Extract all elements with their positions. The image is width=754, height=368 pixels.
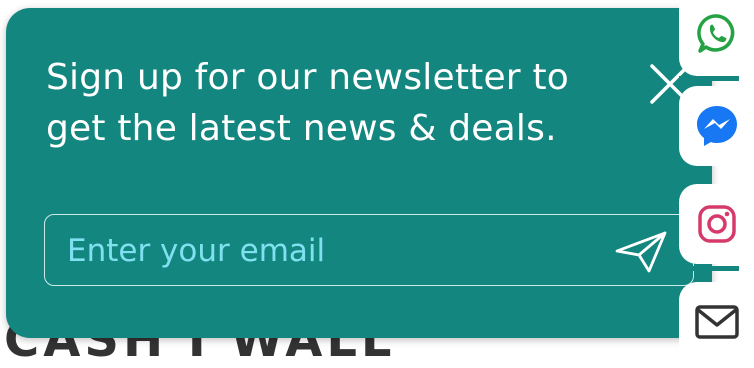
whatsapp-button[interactable] bbox=[679, 0, 754, 76]
instagram-button[interactable] bbox=[679, 184, 754, 264]
divider bbox=[679, 266, 739, 271]
social-bar bbox=[679, 0, 754, 362]
email-field-container bbox=[44, 214, 694, 286]
divider bbox=[679, 76, 739, 81]
newsletter-headline: Sign up for our newsletter to get the la… bbox=[46, 57, 569, 149]
instagram-icon bbox=[697, 205, 736, 243]
whatsapp-icon bbox=[696, 14, 734, 53]
messenger-button[interactable] bbox=[679, 86, 754, 166]
messenger-icon bbox=[696, 106, 737, 146]
send-icon bbox=[615, 231, 667, 273]
mail-icon bbox=[694, 305, 739, 339]
email-button[interactable] bbox=[679, 282, 754, 362]
email-input[interactable] bbox=[65, 229, 589, 273]
send-button[interactable] bbox=[613, 229, 669, 275]
newsletter-popup: Sign up for our newsletter to get the la… bbox=[6, 8, 712, 338]
